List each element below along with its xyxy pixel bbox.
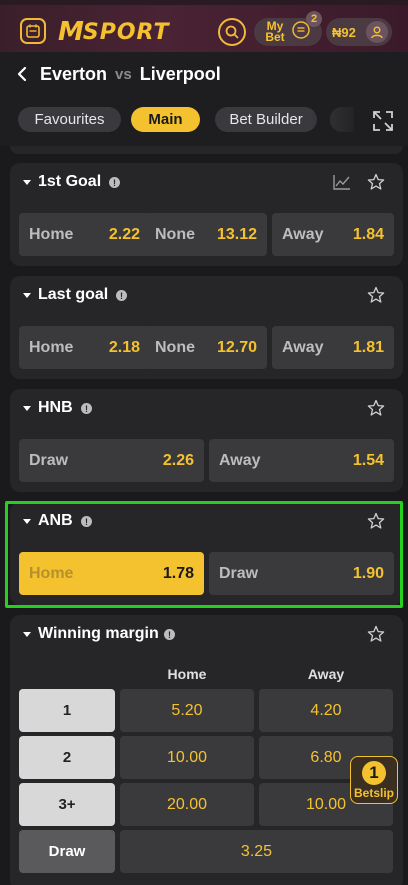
market-title: 1st Goal bbox=[38, 173, 102, 190]
odd-value: 12.70 bbox=[216, 338, 257, 356]
star-icon[interactable] bbox=[367, 399, 385, 417]
previous-market-card bbox=[10, 146, 403, 154]
collapse-caret-icon bbox=[23, 632, 31, 637]
collapse-caret-icon bbox=[23, 406, 31, 411]
market-title: Winning margin bbox=[38, 625, 159, 642]
market-tabs: Favourites Main Bet Builder bbox=[0, 96, 408, 146]
odd-button-away[interactable]: Away 1.81 bbox=[272, 326, 394, 369]
odd-label: Home bbox=[29, 225, 74, 243]
app-header: M SPORT My Bet 2 ₦92 bbox=[0, 0, 408, 52]
odd-button-home-margin-1[interactable]: 5.20 bbox=[120, 689, 254, 732]
market-header[interactable]: Winning margin ! bbox=[10, 615, 403, 655]
chart-icon[interactable] bbox=[333, 174, 351, 190]
odd-button-none[interactable]: None 12.70 bbox=[145, 326, 267, 369]
margin-row-label-draw: Draw bbox=[19, 830, 115, 873]
tab-favourites[interactable]: Favourites bbox=[18, 107, 121, 132]
odd-value: 1.81 bbox=[352, 338, 384, 356]
info-icon[interactable]: ! bbox=[116, 290, 127, 301]
search-icon[interactable] bbox=[218, 18, 246, 46]
odd-button-home[interactable]: Home 2.22 bbox=[19, 213, 150, 256]
away-team-name: Liverpool bbox=[139, 63, 221, 84]
tabs-fade bbox=[310, 96, 360, 146]
betslip-label: Betslip bbox=[353, 785, 394, 800]
odd-value: 1.54 bbox=[352, 451, 384, 469]
odd-button-home-margin-2[interactable]: 10.00 bbox=[120, 736, 254, 779]
balance-value: ₦92 bbox=[332, 24, 356, 40]
margin-row-label: 3+ bbox=[19, 783, 115, 826]
odd-label: None bbox=[155, 338, 195, 356]
home-team-name: Everton bbox=[40, 63, 108, 84]
market-title: Last goal bbox=[38, 286, 109, 303]
brand-logo-m: M bbox=[58, 17, 84, 47]
market-header[interactable]: HNB ! bbox=[10, 389, 403, 429]
brand-logo[interactable]: M SPORT bbox=[58, 17, 170, 47]
column-header-home: Home bbox=[167, 666, 207, 682]
star-icon[interactable] bbox=[367, 173, 385, 191]
expand-icon[interactable] bbox=[370, 108, 396, 134]
vs-label: vs bbox=[115, 65, 132, 83]
odd-button-draw[interactable]: Draw 2.26 bbox=[19, 439, 204, 482]
odd-button-draw[interactable]: 3.25 bbox=[120, 830, 393, 873]
odd-label: Away bbox=[282, 225, 324, 243]
market-header[interactable]: 1st Goal ! bbox=[10, 163, 403, 203]
odd-button-home-margin-3plus[interactable]: 20.00 bbox=[120, 783, 254, 826]
odd-value: 2.26 bbox=[162, 451, 194, 469]
brand-logo-text: SPORT bbox=[82, 19, 170, 45]
odd-button-home[interactable]: Home 2.18 bbox=[19, 326, 150, 369]
odd-value: 1.84 bbox=[352, 225, 384, 243]
user-icon[interactable] bbox=[366, 21, 388, 43]
status-strip bbox=[0, 0, 408, 5]
odd-button-away[interactable]: Away 1.84 bbox=[272, 213, 394, 256]
info-icon[interactable]: ! bbox=[81, 403, 92, 414]
margin-row-label: 2 bbox=[19, 736, 115, 779]
market-header[interactable]: Last goal ! bbox=[10, 276, 403, 316]
collapse-caret-icon bbox=[23, 180, 31, 185]
odd-value: 2.18 bbox=[108, 338, 140, 356]
odd-label: Away bbox=[282, 338, 324, 356]
info-icon[interactable]: ! bbox=[164, 629, 175, 640]
odd-label: Draw bbox=[29, 451, 69, 469]
odd-value: 13.12 bbox=[216, 225, 257, 243]
odd-label: None bbox=[155, 225, 195, 243]
star-icon[interactable] bbox=[367, 286, 385, 304]
selection-highlight-frame bbox=[5, 501, 403, 608]
market-title: HNB bbox=[38, 399, 73, 416]
odd-button-none[interactable]: None 13.12 bbox=[145, 213, 267, 256]
odd-button-away-margin-1[interactable]: 4.20 bbox=[259, 689, 393, 732]
margin-row-label: 1 bbox=[19, 689, 115, 732]
match-title-bar: Everton vs Liverpool bbox=[0, 52, 408, 96]
balance-button[interactable]: ₦92 bbox=[326, 18, 392, 46]
tab-main[interactable]: Main bbox=[131, 107, 200, 132]
back-icon[interactable] bbox=[14, 65, 32, 83]
tab-bet-builder[interactable]: Bet Builder bbox=[215, 107, 317, 132]
collapse-caret-icon bbox=[23, 293, 31, 298]
betslip-button[interactable]: 1 Betslip bbox=[350, 756, 398, 804]
betslip-count-badge: 1 bbox=[362, 760, 386, 785]
odd-label: Home bbox=[29, 338, 74, 356]
market-card-hnb: HNB ! Draw 2.26 Away 1.54 bbox=[10, 389, 403, 492]
column-header-away: Away bbox=[307, 666, 345, 682]
market-card-last-goal: Last goal ! Home 2.18 None 12.70 Away 1.… bbox=[10, 276, 403, 379]
info-icon[interactable]: ! bbox=[109, 177, 120, 188]
odd-label: Away bbox=[219, 451, 261, 469]
my-bets-label: My Bet bbox=[265, 19, 285, 44]
my-bets-count-badge: 2 bbox=[306, 11, 322, 27]
odd-button-away[interactable]: Away 1.54 bbox=[209, 439, 394, 482]
calendar-icon[interactable] bbox=[20, 18, 46, 44]
odd-value: 2.22 bbox=[108, 225, 140, 243]
star-icon[interactable] bbox=[367, 625, 385, 643]
market-card-1st-goal: 1st Goal ! Home 2.22 None 13.12 Away 1.8… bbox=[10, 163, 403, 266]
